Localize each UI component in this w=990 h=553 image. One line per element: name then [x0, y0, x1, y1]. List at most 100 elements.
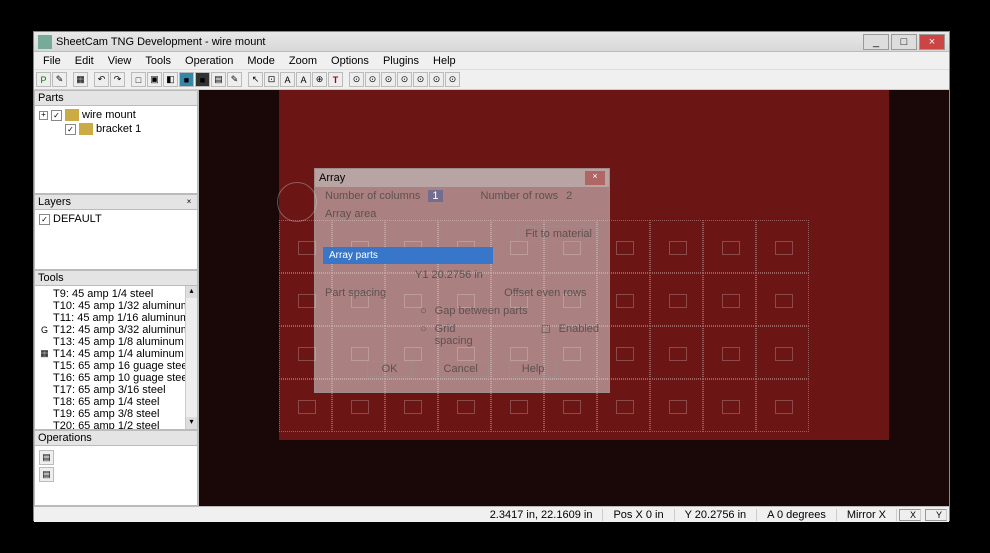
scroll-up-icon[interactable]: ▴ — [186, 286, 197, 298]
tool-btn-3[interactable]: ▦ — [73, 72, 88, 87]
maximize-button[interactable]: □ — [891, 34, 917, 50]
tool-btn-12[interactable]: ✎ — [227, 72, 242, 87]
mirror-y-button[interactable]: Y — [925, 509, 947, 521]
tool-btn-14[interactable]: ⊡ — [264, 72, 279, 87]
tool-label: T12: 45 amp 3/32 aluminum — [53, 324, 190, 336]
nested-part[interactable] — [756, 273, 809, 326]
tool-btn-2[interactable]: ✎ — [52, 72, 67, 87]
tool-btn-11[interactable]: ▤ — [211, 72, 226, 87]
cols-input[interactable]: 1 — [428, 190, 442, 202]
tool-btn-10[interactable]: ■ — [195, 72, 210, 87]
dialog-close-icon[interactable]: × — [585, 171, 605, 185]
tool-item[interactable]: T20: 65 amp 1/2 steel — [37, 420, 195, 430]
close-panel-icon[interactable]: × — [184, 197, 194, 207]
tool-item[interactable]: T15: 65 amp 16 guage steel — [37, 360, 195, 372]
mirror-x-button[interactable]: X — [899, 509, 921, 521]
tool-item[interactable]: GT12: 45 amp 3/32 aluminum — [37, 324, 195, 336]
menu-options[interactable]: Options — [324, 53, 376, 69]
tool-btn-16[interactable]: A — [296, 72, 311, 87]
menu-help[interactable]: Help — [426, 53, 463, 69]
nested-part[interactable] — [650, 379, 703, 432]
tool-item[interactable]: T13: 45 amp 1/8 aluminum — [37, 336, 195, 348]
nested-part[interactable] — [756, 379, 809, 432]
nested-part[interactable] — [703, 273, 756, 326]
scrollbar[interactable]: ▴ ▾ — [185, 286, 197, 429]
ok-button[interactable]: OK — [367, 361, 413, 377]
tool-item[interactable]: T11: 45 amp 1/16 aluminum — [37, 312, 195, 324]
tool-btn-6[interactable]: □ — [131, 72, 146, 87]
redo-icon[interactable]: ↷ — [110, 72, 125, 87]
checkbox[interactable]: ✓ — [39, 214, 50, 225]
joystick-overlay[interactable] — [277, 182, 317, 222]
part-bracket-1[interactable]: ✓ bracket 1 — [37, 122, 195, 136]
grid-radio[interactable]: Grid spacing — [435, 323, 493, 347]
checkbox[interactable]: ✓ — [65, 124, 76, 135]
enabled-check[interactable]: Enabled — [559, 323, 599, 347]
scroll-down-icon[interactable]: ▾ — [186, 417, 197, 429]
tool-btn-19[interactable]: ⊙ — [349, 72, 364, 87]
nested-part[interactable] — [703, 326, 756, 379]
run-icon[interactable]: P — [36, 72, 51, 87]
rows-input[interactable]: 2 — [566, 190, 572, 202]
status-coord: 2.3417 in, 22.1609 in — [480, 509, 604, 521]
tool-btn-9[interactable]: ■ — [179, 72, 194, 87]
folder-icon — [79, 123, 93, 135]
tool-btn-7[interactable]: ▣ — [147, 72, 162, 87]
tool-item[interactable]: T16: 65 amp 10 guage steel — [37, 372, 195, 384]
close-button[interactable]: × — [919, 34, 945, 50]
nested-part[interactable] — [703, 379, 756, 432]
offset-label: Offset even rows — [504, 287, 586, 299]
menu-view[interactable]: View — [101, 53, 139, 69]
op-btn-2[interactable]: ▤ — [39, 467, 54, 482]
dialog-titlebar[interactable]: Array × — [315, 169, 609, 187]
titlebar[interactable]: SheetCam TNG Development - wire mount _ … — [34, 32, 949, 52]
menu-edit[interactable]: Edit — [68, 53, 101, 69]
nested-part[interactable] — [756, 220, 809, 273]
tool-btn-23[interactable]: ⊙ — [413, 72, 428, 87]
tool-label: T9: 45 amp 1/4 steel — [53, 288, 153, 300]
nested-part[interactable] — [650, 326, 703, 379]
text-icon[interactable]: T — [328, 72, 343, 87]
menu-tools[interactable]: Tools — [138, 53, 178, 69]
tool-item[interactable]: ▦T14: 45 amp 1/4 aluminum — [37, 348, 195, 360]
tool-btn-22[interactable]: ⊙ — [397, 72, 412, 87]
tool-btn-21[interactable]: ⊙ — [381, 72, 396, 87]
cancel-button[interactable]: Cancel — [433, 361, 489, 377]
tool-item[interactable]: T9: 45 amp 1/4 steel — [37, 288, 195, 300]
undo-icon[interactable]: ↶ — [94, 72, 109, 87]
menu-zoom[interactable]: Zoom — [282, 53, 324, 69]
tool-btn-15[interactable]: A — [280, 72, 295, 87]
menu-mode[interactable]: Mode — [240, 53, 282, 69]
tool-btn-8[interactable]: ◧ — [163, 72, 178, 87]
tool-btn-20[interactable]: ⊙ — [365, 72, 380, 87]
checkbox[interactable]: ✓ — [51, 110, 62, 121]
spacing-label: Part spacing — [325, 287, 386, 299]
part-wire-mount[interactable]: + ✓ wire mount — [37, 108, 195, 122]
minimize-button[interactable]: _ — [863, 34, 889, 50]
nested-part[interactable] — [703, 220, 756, 273]
gap-radio[interactable]: Gap between parts — [435, 305, 528, 317]
tool-item[interactable]: T10: 45 amp 1/32 aluminum — [37, 300, 195, 312]
menu-plugins[interactable]: Plugins — [376, 53, 426, 69]
array-parts-dropdown[interactable]: Array parts — [323, 247, 493, 264]
help-button[interactable]: Help — [509, 361, 558, 377]
menu-operation[interactable]: Operation — [178, 53, 240, 69]
menu-file[interactable]: File — [36, 53, 68, 69]
tool-btn-17[interactable]: ⊕ — [312, 72, 327, 87]
tool-btn-24[interactable]: ⊙ — [429, 72, 444, 87]
tool-item[interactable]: T18: 65 amp 1/4 steel — [37, 396, 195, 408]
tool-item[interactable]: T17: 65 amp 3/16 steel — [37, 384, 195, 396]
layers-header: Layers× — [34, 194, 198, 210]
array-dialog[interactable]: Array × Number of columns 1 Number of ro… — [314, 168, 610, 393]
nested-part[interactable] — [650, 273, 703, 326]
cursor-icon[interactable]: ↖ — [248, 72, 263, 87]
nested-part[interactable] — [650, 220, 703, 273]
tool-btn-25[interactable]: ⊙ — [445, 72, 460, 87]
fit-button[interactable]: Fit to material — [518, 226, 599, 242]
nested-part[interactable] — [756, 326, 809, 379]
tool-item[interactable]: T19: 65 amp 3/8 steel — [37, 408, 195, 420]
expand-icon[interactable]: + — [39, 111, 48, 120]
canvas[interactable]: Array × Number of columns 1 Number of ro… — [199, 90, 949, 506]
layer-default[interactable]: ✓ DEFAULT — [37, 212, 195, 226]
op-btn-1[interactable]: ▤ — [39, 450, 54, 465]
